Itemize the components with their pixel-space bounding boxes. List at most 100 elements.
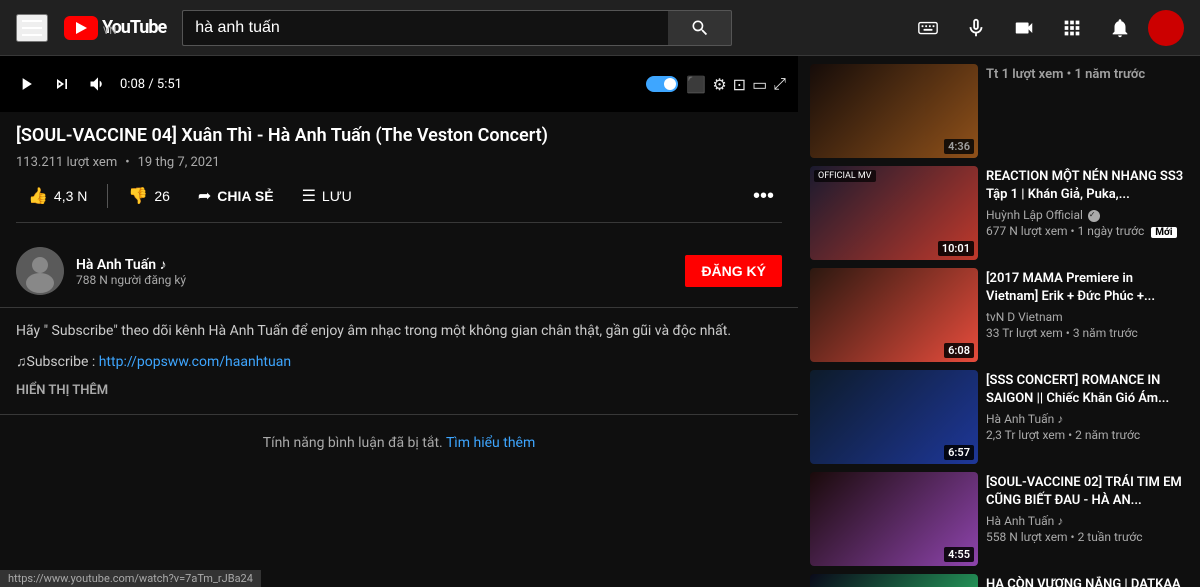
sidebar: 4:36 Tt 1 lượt xem • 1 năm trước OFFICIA… bbox=[798, 56, 1200, 587]
thumbnail: 6:57 bbox=[810, 370, 978, 464]
list-item[interactable]: OFFICIAL MV 10:01 REACTION MỘT NÉN NHANG… bbox=[798, 162, 1200, 264]
share-icon: ➦ bbox=[198, 186, 211, 206]
list-item[interactable]: 4:52 Dake HẠ CÒN VƯƠNG NẮNG | DATKAA x K… bbox=[798, 570, 1200, 587]
youtube-icon bbox=[64, 16, 98, 40]
menu-button[interactable] bbox=[16, 14, 48, 42]
action-bar: 👍 4,3 N 👎 26 ➦ CHIA SẺ ☰ LƯU ••• bbox=[16, 180, 782, 223]
dislike-button[interactable]: 👎 26 bbox=[116, 180, 182, 212]
save-label: LƯU bbox=[322, 188, 352, 204]
search-area bbox=[182, 10, 732, 46]
apps-icon bbox=[1061, 17, 1083, 39]
save-button[interactable]: ☰ LƯU bbox=[290, 180, 364, 212]
status-url: https://www.youtube.com/watch?v=7aTm_rJB… bbox=[8, 572, 253, 585]
play-button[interactable] bbox=[12, 70, 40, 98]
channel-info: Hà Anh Tuấn ♪ 788 N người đăng ký bbox=[76, 256, 673, 287]
more-actions-button[interactable]: ••• bbox=[745, 181, 782, 212]
miniplayer-button[interactable]: ⊡ bbox=[733, 75, 746, 94]
thumbnail: 4:52 Dake bbox=[810, 574, 978, 587]
sidebar-meta: [2017 MAMA Premiere in Vietnam] Erik + Đ… bbox=[986, 268, 1188, 362]
show-more-button[interactable]: HIỂN THỊ THÊM bbox=[16, 381, 782, 402]
create-button[interactable] bbox=[1004, 8, 1044, 48]
thumbs-up-icon: 👍 bbox=[28, 186, 48, 206]
description-link-line: ♫Subscribe : http://popsww.com/haanhtuan bbox=[16, 351, 782, 373]
player-right-icons: ⬛ ⚙ ⊡ ▭ ⤢ bbox=[686, 74, 786, 94]
sidebar-item-title: [2017 MAMA Premiere in Vietnam] Erik + Đ… bbox=[986, 270, 1188, 306]
thumbnail: 4:36 bbox=[810, 64, 978, 158]
sidebar-views: 2,3 Tr lượt xem • 2 năm trước bbox=[986, 428, 1188, 442]
description-link[interactable]: http://popsww.com/haanhtuan bbox=[99, 354, 291, 370]
sidebar-meta: [SOUL-VACCINE 02] TRÁI TIM EM CŨNG BIẾT … bbox=[986, 472, 1188, 566]
list-item[interactable]: 4:55 [SOUL-VACCINE 02] TRÁI TIM EM CŨNG … bbox=[798, 468, 1200, 570]
sidebar-meta: [SSS CONCERT] ROMANCE IN SAIGON || Chiếc… bbox=[986, 370, 1188, 464]
sidebar-meta: REACTION MỘT NÉN NHANG SS3 Tập 1 | Khán … bbox=[986, 166, 1188, 260]
next-button[interactable] bbox=[48, 70, 76, 98]
video-meta: 113.211 lượt xem • 19 thg 7, 2021 bbox=[16, 155, 782, 170]
status-bar: https://www.youtube.com/watch?v=7aTm_rJB… bbox=[0, 570, 261, 587]
like-divider bbox=[107, 184, 108, 208]
video-title: [SOUL-VACCINE 04] Xuân Thì - Hà Anh Tuấn… bbox=[16, 124, 782, 147]
player-controls: 0:08 / 5:51 bbox=[12, 70, 182, 98]
search-input[interactable] bbox=[182, 10, 668, 46]
player-right: ⬛ ⚙ ⊡ ▭ ⤢ bbox=[646, 74, 786, 94]
channel-avatar[interactable] bbox=[16, 247, 64, 295]
channel-avatar-img bbox=[16, 247, 64, 295]
dislike-count: 26 bbox=[154, 188, 170, 204]
more-icon: ••• bbox=[753, 185, 774, 207]
volume-button[interactable] bbox=[84, 70, 112, 98]
sidebar-channel: Hà Anh Tuấn ♪ bbox=[986, 412, 1188, 426]
sidebar-channel: Huỳnh Lập Official bbox=[986, 208, 1188, 222]
notifications-button[interactable] bbox=[1100, 8, 1140, 48]
video-duration: 6:08 bbox=[944, 343, 974, 358]
time-display: 0:08 / 5:51 bbox=[120, 77, 182, 92]
share-label: CHIA SẺ bbox=[217, 188, 273, 204]
description: Hãy " Subscribe" theo dõi kênh Hà Anh Tu… bbox=[0, 308, 798, 414]
current-time: 0:08 bbox=[120, 77, 145, 92]
create-icon bbox=[1013, 17, 1035, 39]
video-duration: 4:55 bbox=[944, 547, 974, 562]
autoplay-toggle[interactable] bbox=[646, 76, 678, 92]
learn-more-link[interactable]: Tìm hiểu thêm bbox=[446, 435, 535, 451]
avatar[interactable] bbox=[1148, 10, 1184, 46]
thumbnail: 6:08 bbox=[810, 268, 978, 362]
sidebar-meta: HẠ CÒN VƯƠNG NẮNG | DATKAA x KIDO x Prod… bbox=[986, 574, 1188, 587]
save-icon: ☰ bbox=[302, 186, 316, 206]
view-count: 113.211 lượt xem bbox=[16, 155, 117, 170]
search-button[interactable] bbox=[668, 10, 732, 46]
thumbnail: OFFICIAL MV 10:01 bbox=[810, 166, 978, 260]
search-icon bbox=[690, 18, 710, 38]
sidebar-item-title: HẠ CÒN VƯƠNG NẮNG | DATKAA x KIDO x Prod… bbox=[986, 576, 1188, 587]
comments-disabled-text: Tính năng bình luận đã bị tắt. bbox=[263, 435, 443, 451]
theater-button[interactable]: ▭ bbox=[752, 75, 767, 94]
fullscreen-button[interactable]: ⤢ bbox=[773, 74, 786, 94]
subscribe-button[interactable]: ĐĂNG KÝ bbox=[685, 255, 782, 287]
apps-button[interactable] bbox=[1052, 8, 1092, 48]
keyboard-icon bbox=[917, 17, 939, 39]
settings-button[interactable]: ⚙ bbox=[712, 75, 726, 94]
video-info: [SOUL-VACCINE 04] Xuân Thì - Hà Anh Tuấn… bbox=[0, 112, 798, 235]
main-layout: 0:08 / 5:51 ⬛ ⚙ ⊡ ▭ ⤢ [SOUL-VACCINE 04] … bbox=[0, 56, 1200, 587]
sidebar-views: 558 N lượt xem • 2 tuần trước bbox=[986, 530, 1188, 544]
verified-icon bbox=[1088, 210, 1100, 222]
bell-icon bbox=[1109, 17, 1131, 39]
like-button[interactable]: 👍 4,3 N bbox=[16, 180, 99, 212]
channel-name[interactable]: Hà Anh Tuấn ♪ bbox=[76, 256, 673, 273]
sidebar-item-title: REACTION MỘT NÉN NHANG SS3 Tập 1 | Khán … bbox=[986, 168, 1188, 204]
sidebar-views: 33 Tr lượt xem • 3 năm trước bbox=[986, 326, 1188, 340]
header: YouTube VN bbox=[0, 0, 1200, 56]
music-note: ♫Subscribe : bbox=[16, 354, 99, 370]
sidebar-meta: Tt 1 lượt xem • 1 năm trước bbox=[986, 64, 1188, 158]
logo[interactable]: YouTube VN bbox=[64, 16, 166, 40]
subtitles-button[interactable]: ⬛ bbox=[686, 75, 706, 94]
play-icon bbox=[16, 74, 36, 94]
sidebar-channel: Hà Anh Tuấn ♪ bbox=[986, 514, 1188, 528]
channel-row: Hà Anh Tuấn ♪ 788 N người đăng ký ĐĂNG K… bbox=[0, 235, 798, 308]
channel-subscribers: 788 N người đăng ký bbox=[76, 273, 673, 287]
keyboard-icon-button[interactable] bbox=[908, 8, 948, 48]
list-item[interactable]: 6:57 [SSS CONCERT] ROMANCE IN SAIGON || … bbox=[798, 366, 1200, 468]
volume-icon bbox=[88, 74, 108, 94]
skip-next-icon bbox=[52, 74, 72, 94]
mic-button[interactable] bbox=[956, 8, 996, 48]
list-item[interactable]: 4:36 Tt 1 lượt xem • 1 năm trước bbox=[798, 60, 1200, 162]
list-item[interactable]: 6:08 [2017 MAMA Premiere in Vietnam] Eri… bbox=[798, 264, 1200, 366]
share-button[interactable]: ➦ CHIA SẺ bbox=[186, 180, 286, 212]
